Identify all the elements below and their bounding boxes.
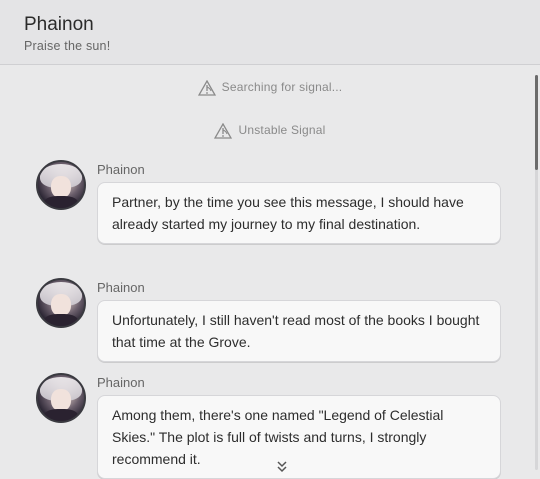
avatar[interactable] (36, 160, 86, 210)
system-message: Unstable Signal (0, 123, 540, 139)
message-bubble: Partner, by the time you see this messag… (97, 182, 501, 244)
avatar[interactable] (36, 373, 86, 423)
system-message: Searching for signal... (0, 80, 540, 96)
system-message-text: Unstable Signal (238, 123, 326, 138)
contact-name: Phainon (24, 14, 94, 35)
scrollbar-thumb[interactable] (535, 75, 538, 170)
sender-name: Phainon (97, 162, 145, 177)
sender-name: Phainon (97, 375, 145, 390)
chat-header: Phainon Praise the sun! (0, 0, 540, 65)
avatar[interactable] (36, 278, 86, 328)
chevron-double-down-icon[interactable] (275, 459, 289, 473)
signal-icon (214, 123, 233, 139)
contact-status: Praise the sun! (24, 39, 111, 53)
message-bubble: Among them, there's one named "Legend of… (97, 395, 501, 479)
sender-name: Phainon (97, 280, 145, 295)
system-message-text: Searching for signal... (221, 80, 343, 95)
signal-icon (197, 80, 216, 96)
message-bubble: Unfortunately, I still haven't read most… (97, 300, 501, 362)
